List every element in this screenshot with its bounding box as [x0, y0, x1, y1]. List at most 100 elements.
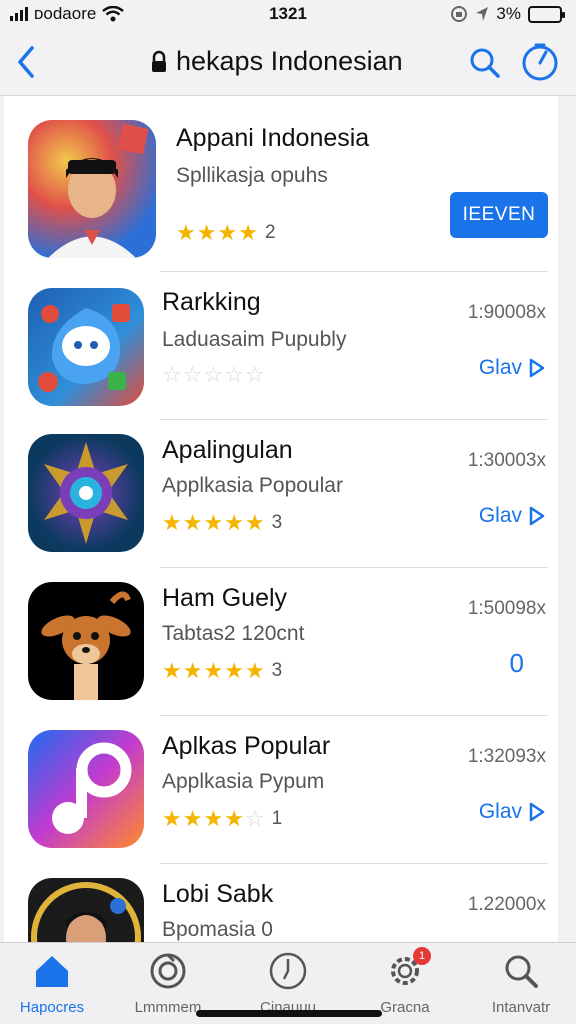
- app-list: Appani Indonesia Spllikasja opuhs ★ ★ ★ …: [4, 96, 558, 942]
- app-subtitle: Tabtas2 120cnt: [162, 622, 305, 645]
- app-subtitle: Bpomasia 0: [162, 918, 273, 941]
- star-filled-icon: ★: [203, 510, 224, 535]
- star-filled-icon: ★: [176, 220, 196, 245]
- get-link[interactable]: Glav: [479, 800, 546, 824]
- rating-count: 3: [271, 512, 283, 533]
- star-filled-icon: ★: [182, 510, 203, 535]
- status-bar: ᴅᴏdaore 1321 3%: [0, 0, 576, 30]
- back-chevron-icon[interactable]: [12, 44, 42, 80]
- app-subtitle: Spllikasja opuhs: [176, 164, 328, 187]
- chat-bird-icon: [28, 288, 144, 406]
- battery-icon: [528, 5, 565, 23]
- get-label: 0: [509, 648, 524, 678]
- star-rating: ★ ★ ★ ★ ★ 3: [162, 658, 282, 684]
- star-filled-icon: ★: [238, 220, 258, 245]
- star-rating: ☆ ☆ ☆ ☆ ☆: [162, 362, 265, 388]
- star-rating: ★ ★ ★ ★ 2: [176, 220, 276, 246]
- page-title: hekaps Indonesian: [150, 46, 403, 77]
- tab-settings[interactable]: 1 Gracna: [350, 947, 460, 1016]
- star-empty-icon: ☆: [203, 362, 224, 387]
- get-label: Glav: [478, 356, 522, 379]
- sun-compass-icon: [28, 434, 144, 552]
- list-item[interactable]: Aplkas Popular Applkasia Pypum ★ ★ ★ ★ ☆…: [4, 716, 558, 864]
- star-empty-icon: ☆: [162, 362, 182, 387]
- get-link[interactable]: Glav: [479, 356, 546, 380]
- star-filled-icon: ★: [217, 220, 238, 245]
- star-empty-icon: ☆: [244, 806, 265, 831]
- list-item[interactable]: Appani Indonesia Spllikasja opuhs ★ ★ ★ …: [4, 96, 558, 272]
- avatar-icon: [28, 878, 144, 942]
- star-filled-icon: ★: [162, 806, 182, 831]
- tab-label: Intanvatr: [491, 999, 551, 1016]
- music-note-icon: [28, 730, 144, 848]
- install-button[interactable]: IEEVEN: [450, 192, 548, 238]
- app-list-area[interactable]: Appani Indonesia Spllikasja opuhs ★ ★ ★ …: [0, 96, 576, 942]
- portrait-icon: [28, 120, 156, 258]
- location-icon: [476, 7, 489, 21]
- app-name: Ham Guely: [162, 584, 288, 612]
- rating-count: 1: [271, 808, 283, 829]
- app-size: 1:32093x: [467, 746, 546, 767]
- star-empty-icon: ☆: [224, 362, 244, 387]
- list-item[interactable]: Apalingulan Applkasia Popoular ★ ★ ★ ★ ★…: [4, 420, 558, 568]
- tab-home[interactable]: Hapocres: [0, 951, 107, 1016]
- lock-rotation-icon: [451, 6, 468, 22]
- star-filled-icon: ★: [162, 658, 182, 683]
- play-arrow-icon: [529, 358, 545, 378]
- app-size: 1:30003x: [467, 450, 546, 471]
- star-filled-icon: ★: [224, 510, 244, 535]
- star-filled-icon: ★: [182, 806, 203, 831]
- star-filled-icon: ★: [203, 658, 224, 683]
- search-icon[interactable]: [466, 44, 502, 80]
- get-link[interactable]: Glav: [479, 504, 546, 528]
- tab-updates[interactable]: Lmmmem: [113, 951, 223, 1016]
- app-name: Aplkas Popular: [162, 732, 331, 760]
- rating-count: 2: [264, 222, 276, 243]
- app-subtitle: Laduasaim Pupubly: [162, 328, 347, 351]
- list-item[interactable]: Lobi Sabk Bpomasia 0 1.22000x: [4, 864, 558, 942]
- status-right: 3%: [450, 4, 565, 24]
- list-item[interactable]: Ham Guely Tabtas2 120cnt ★ ★ ★ ★ ★ 3 1:5…: [4, 568, 558, 716]
- app-name: Rarkking: [162, 288, 261, 316]
- star-empty-icon: ☆: [182, 362, 203, 387]
- tab-search[interactable]: Intanvatr: [466, 951, 576, 1016]
- app-name: Apalingulan: [162, 436, 293, 464]
- tab-label: Hapocres: [19, 999, 85, 1016]
- get-label: Glav: [478, 504, 522, 527]
- lock-icon: [152, 50, 166, 72]
- timer-icon[interactable]: [520, 42, 560, 82]
- star-rating: ★ ★ ★ ★ ☆ 1: [162, 806, 282, 832]
- rating-count: 3: [271, 660, 283, 681]
- star-filled-icon: ★: [244, 510, 265, 535]
- star-empty-icon: ☆: [244, 362, 265, 387]
- star-filled-icon: ★: [203, 806, 224, 831]
- play-arrow-icon: [529, 506, 545, 526]
- tab-history[interactable]: Cinauuu: [233, 951, 343, 1016]
- clock-icon: [269, 952, 307, 990]
- app-subtitle: Applkasia Popoular: [162, 474, 343, 497]
- deer-icon: [28, 582, 144, 700]
- get-label: Glav: [478, 800, 522, 823]
- list-item[interactable]: Rarkking Laduasaim Pupubly ☆ ☆ ☆ ☆ ☆ 1:9…: [4, 272, 558, 420]
- get-link[interactable]: 0: [510, 648, 524, 679]
- nav-header: hekaps Indonesian: [0, 30, 576, 96]
- home-indicator[interactable]: [196, 1010, 382, 1017]
- play-arrow-icon: [529, 802, 545, 822]
- star-filled-icon: ★: [182, 658, 203, 683]
- app-name: Lobi Sabk: [162, 880, 274, 908]
- refresh-icon: [150, 953, 186, 989]
- page-title-text: hekaps Indonesian: [176, 46, 403, 76]
- search-icon: [505, 955, 538, 988]
- star-rating: ★ ★ ★ ★ ★ 3: [162, 510, 282, 536]
- star-filled-icon: ★: [196, 220, 217, 245]
- app-subtitle: Applkasia Pypum: [162, 770, 325, 793]
- star-filled-icon: ★: [244, 658, 265, 683]
- app-size: 1:90008x: [467, 302, 546, 323]
- app-name: Appani Indonesia: [176, 124, 370, 152]
- star-filled-icon: ★: [224, 658, 244, 683]
- star-filled-icon: ★: [162, 510, 182, 535]
- app-size: 1.22000x: [467, 894, 546, 915]
- home-icon: [36, 956, 68, 987]
- app-size: 1:50098x: [467, 598, 546, 619]
- battery-percent: 3%: [496, 4, 521, 23]
